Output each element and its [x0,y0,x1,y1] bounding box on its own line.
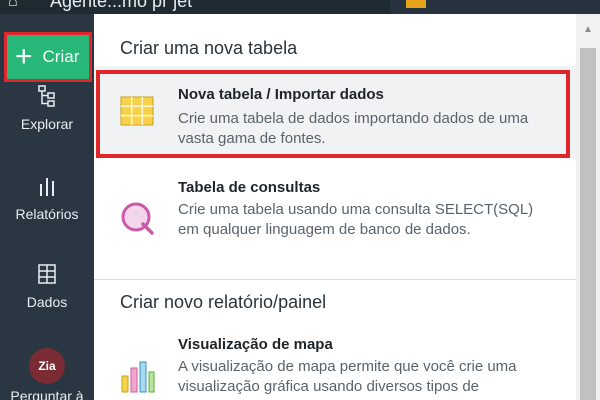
sidebar-item-reports[interactable]: Relatórios [0,174,94,222]
sidebar-item-label: Perguntar à [10,388,84,400]
table-grid-icon [118,92,156,130]
sidebar-item-ask-zia[interactable]: Zia Perguntar à [0,348,94,400]
menu-item-map-visualization[interactable]: Visualização de mapa A visualização de m… [94,332,576,400]
sidebar-item-explore[interactable]: Explorar [0,84,94,132]
left-sidebar: + Criar Explorar Relatórios Dados Zia Pe… [0,14,94,400]
menu-scrollbar[interactable]: ▲ [576,14,600,400]
data-table-icon [0,262,94,290]
explore-icon [0,84,94,112]
reports-icon [0,174,94,202]
section-divider [94,279,576,280]
menu-item-new-table-import[interactable]: Nova tabela / Importar dados Crie uma ta… [94,66,576,158]
section-title-new-report: Criar novo relatório/painel [120,292,327,312]
menu-item-query-table[interactable]: Tabela de consultas Crie uma tabela usan… [94,169,576,275]
sidebar-item-label: Dados [26,294,68,310]
create-button-label: Criar [42,47,80,66]
workspace-badge-icon[interactable] [406,0,426,8]
menu-item-title: Tabela de consultas [178,179,321,196]
menu-item-title: Visualização de mapa [178,336,333,353]
top-bar: ⌂ Agente...mo pr jet [0,0,600,14]
menu-item-description: Crie uma tabela de dados importando dado… [178,110,529,147]
scroll-up-arrow-icon[interactable]: ▲ [576,22,600,38]
menu-item-description: A visualização de mapa permite que você … [178,358,517,395]
chart-bars-icon [118,356,156,394]
plus-icon: + [15,40,33,73]
sidebar-item-label: Explorar [20,116,74,132]
create-dropdown-menu: Criar uma nova tabela Nova tabela / Impo… [94,14,576,400]
workspace-title[interactable]: Agente...mo pr jet [50,0,192,11]
query-table-icon [118,199,156,237]
workspace-icon[interactable]: ⌂ [8,0,30,12]
menu-item-title: Nova tabela / Importar dados [178,86,384,103]
create-button[interactable]: + Criar [4,32,92,82]
section-title-new-table: Criar uma nova tabela [120,38,298,58]
scroll-thumb[interactable] [580,48,596,400]
menu-item-description: Crie uma tabela usando uma consulta SELE… [178,201,534,238]
zia-icon: Zia [29,348,65,384]
sidebar-item-data[interactable]: Dados [0,262,94,310]
sidebar-item-label: Relatórios [15,206,79,222]
